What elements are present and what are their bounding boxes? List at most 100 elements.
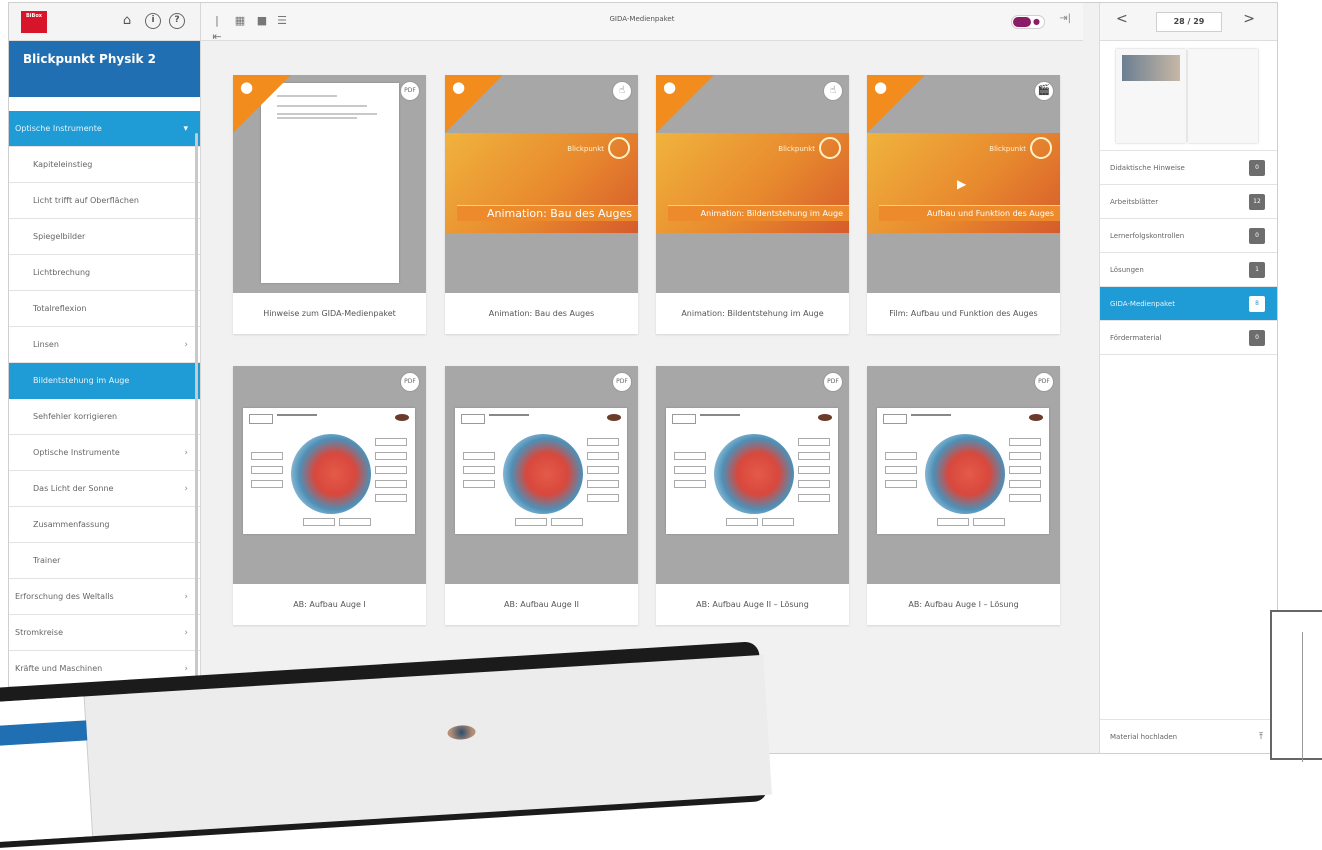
label-box bbox=[798, 452, 830, 460]
right-sidebar: < 28 / 29 > Didaktische Hinweise 0 Arbeits… bbox=[1099, 3, 1277, 753]
label-box bbox=[726, 518, 758, 526]
label-box bbox=[1009, 480, 1041, 488]
sidebar-item-12[interactable]: Trainer bbox=[9, 543, 200, 579]
sidebar-item-5[interactable]: Totalreflexion bbox=[9, 291, 200, 327]
sidebar-item-1[interactable]: Kapiteleinstieg bbox=[9, 147, 200, 183]
label-box bbox=[1009, 466, 1041, 474]
label-box bbox=[798, 480, 830, 488]
media-card[interactable]: BlickpunktAnimation: Bildentstehung im A… bbox=[656, 75, 849, 334]
sidebar-item-7[interactable]: Bildentstehung im Auge bbox=[9, 363, 200, 399]
label-box bbox=[375, 494, 407, 502]
laptop-device-photo bbox=[1270, 610, 1322, 760]
laptop-edge bbox=[1302, 632, 1322, 762]
next-page-button[interactable]: > bbox=[1243, 11, 1255, 27]
eye-diagram bbox=[714, 434, 794, 514]
home-icon[interactable]: ⌂ bbox=[119, 13, 135, 29]
material-category-item[interactable]: Lösungen1 bbox=[1100, 253, 1277, 287]
label-box bbox=[463, 466, 495, 474]
sidebar-item-label: Totalreflexion bbox=[33, 304, 86, 313]
material-category-item[interactable]: Arbeitsblätter 12 bbox=[1100, 185, 1277, 219]
label-box bbox=[251, 452, 283, 460]
material-count-badge: 8 bbox=[1249, 296, 1265, 312]
label-box bbox=[762, 518, 794, 526]
info-icon[interactable]: i bbox=[145, 13, 161, 29]
sidebar-item-10[interactable]: Das Licht der Sonne› bbox=[9, 471, 200, 507]
media-card[interactable]: BlickpunktAnimation: Bau des Auges●☝Anim… bbox=[445, 75, 638, 334]
material-category-item[interactable]: GIDA-Medienpaket8 bbox=[1100, 287, 1277, 321]
chevron-icon: › bbox=[184, 327, 188, 363]
user-icon: ● bbox=[1033, 17, 1040, 27]
sidebar-item-14[interactable]: Stromkreise› bbox=[9, 615, 200, 651]
media-card[interactable]: PDFAB: Aufbau Auge II bbox=[445, 366, 638, 625]
worksheet-title-line bbox=[277, 414, 317, 416]
toggle-knob bbox=[1013, 17, 1031, 27]
small-eye-icon bbox=[1029, 414, 1043, 421]
sidebar-item-label: Kapiteleinstieg bbox=[33, 160, 92, 169]
small-eye-icon bbox=[395, 414, 409, 421]
media-card[interactable]: ●PDFHinweise zum GIDA-Medienpaket bbox=[233, 75, 426, 334]
sidebar-item-0[interactable]: Optische Instrumente▾ bbox=[9, 111, 200, 147]
media-card[interactable]: PDFAB: Aufbau Auge I bbox=[233, 366, 426, 625]
sidebar-item-13[interactable]: Erforschung des Weltalls› bbox=[9, 579, 200, 615]
teacher-mode-toggle[interactable]: ● bbox=[1011, 15, 1045, 29]
material-category-label: Arbeitsblätter bbox=[1110, 198, 1158, 206]
media-card[interactable]: Blickpunkt▶Aufbau und Funktion des Auges… bbox=[867, 75, 1060, 334]
teacher-user-icon: ● bbox=[874, 79, 887, 95]
sidebar-item-3[interactable]: Spiegelbilder bbox=[9, 219, 200, 255]
sidebar-scrollbar[interactable] bbox=[195, 133, 198, 693]
media-thumbnail: Blickpunkt▶Aufbau und Funktion des Auges… bbox=[867, 75, 1060, 293]
label-box bbox=[515, 518, 547, 526]
label-box bbox=[587, 438, 619, 446]
label-box bbox=[885, 480, 917, 488]
video-brand-text: Blickpunkt bbox=[567, 145, 604, 153]
label-box bbox=[674, 480, 706, 488]
eye-diagram bbox=[291, 434, 371, 514]
page-preview[interactable] bbox=[1100, 41, 1277, 151]
sidebar-item-label: Zusammenfassung bbox=[33, 520, 109, 529]
upload-material-button[interactable]: Material hochladen ⤒ bbox=[1100, 719, 1277, 753]
page-number-field[interactable]: 28 / 29 bbox=[1156, 12, 1222, 32]
play-icon[interactable]: ▶ bbox=[957, 177, 966, 191]
material-category-item[interactable]: Didaktische Hinweise 0 bbox=[1100, 151, 1277, 185]
bibox-app-window: BiBox ⌂ i ? Blickpunkt Physik 2 Optische… bbox=[8, 2, 1278, 754]
material-count-badge: 0 bbox=[1249, 160, 1265, 176]
label-box bbox=[251, 466, 283, 474]
teacher-user-icon: ● bbox=[663, 79, 676, 95]
sidebar-item-2[interactable]: Licht trifft auf Oberflächen bbox=[9, 183, 200, 219]
collapse-right-icon[interactable]: ⇥| bbox=[1059, 13, 1071, 24]
sidebar-item-11[interactable]: Zusammenfassung bbox=[9, 507, 200, 543]
video-preview: BlickpunktAnimation: Bildentstehung im A… bbox=[656, 133, 849, 233]
media-card[interactable]: PDFAB: Aufbau Auge I – Lösung bbox=[867, 366, 1060, 625]
preview-page-right bbox=[1188, 49, 1258, 143]
sidebar-item-8[interactable]: Sehfehler korrigieren bbox=[9, 399, 200, 435]
sidebar-item-9[interactable]: Optische Instrumente› bbox=[9, 435, 200, 471]
chevron-icon: ▾ bbox=[183, 111, 188, 147]
help-icon[interactable]: ? bbox=[169, 13, 185, 29]
label-box bbox=[375, 480, 407, 488]
prev-page-button[interactable]: < bbox=[1116, 11, 1128, 27]
toolbar-title: GIDA-Medienpaket bbox=[201, 15, 1083, 23]
material-category-item[interactable]: Fördermaterial0 bbox=[1100, 321, 1277, 355]
material-count-badge: 12 bbox=[1249, 194, 1265, 210]
label-box bbox=[587, 452, 619, 460]
sidebar-item-label: Kräfte und Maschinen bbox=[15, 664, 102, 673]
label-box bbox=[551, 518, 583, 526]
tablet-sidebar bbox=[0, 696, 93, 842]
chevron-icon: › bbox=[184, 615, 188, 651]
brand-ring-icon bbox=[819, 137, 841, 159]
sidebar-item-label: Trainer bbox=[33, 556, 60, 565]
material-category-list: Didaktische Hinweise 0 Arbeitsblätter 12 Ler… bbox=[1100, 151, 1277, 355]
sidebar-item-6[interactable]: Linsen› bbox=[9, 327, 200, 363]
material-category-label: Didaktische Hinweise bbox=[1110, 164, 1185, 172]
worksheet-preview bbox=[666, 408, 838, 534]
material-category-item[interactable]: Lernerfolgskontrollen0 bbox=[1100, 219, 1277, 253]
small-eye-icon bbox=[818, 414, 832, 421]
book-title[interactable]: Blickpunkt Physik 2 bbox=[9, 41, 200, 97]
material-category-label: Fördermaterial bbox=[1110, 334, 1162, 342]
sidebar-item-4[interactable]: Lichtbrechung bbox=[9, 255, 200, 291]
media-card[interactable]: PDFAB: Aufbau Auge II – Lösung bbox=[656, 366, 849, 625]
teacher-user-icon: ● bbox=[240, 79, 253, 95]
media-card-title: Animation: Bildentstehung im Auge bbox=[656, 293, 849, 334]
label-box bbox=[251, 480, 283, 488]
label-box bbox=[1009, 452, 1041, 460]
